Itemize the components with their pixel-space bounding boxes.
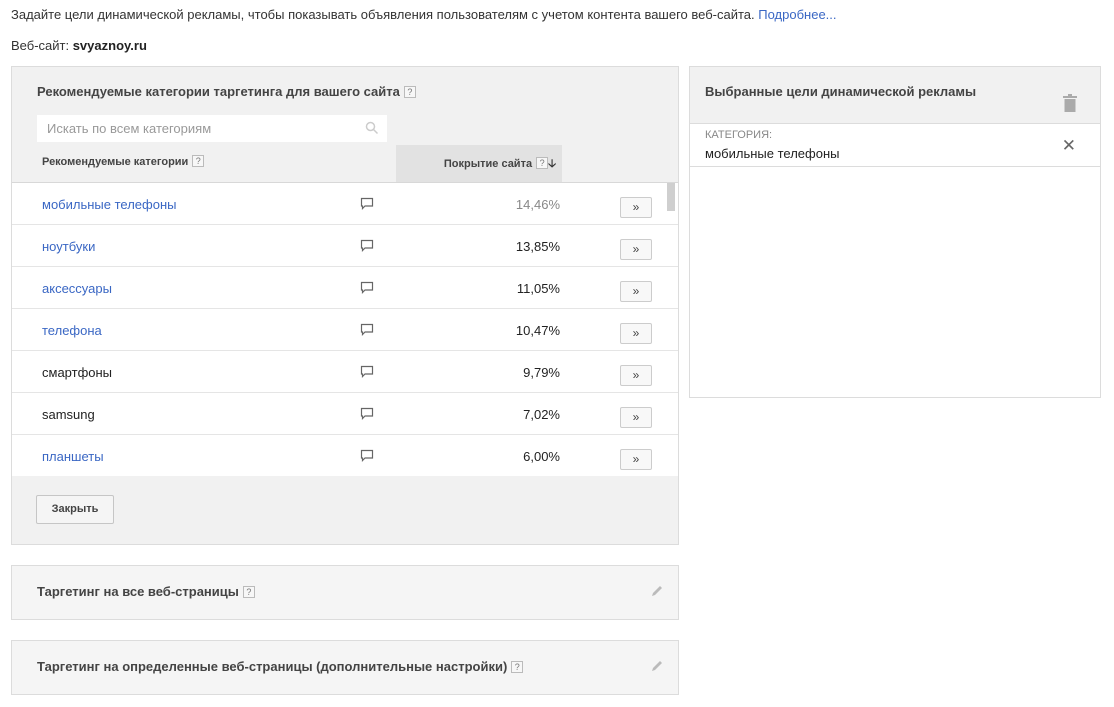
add-category-button[interactable]: » [620,281,652,302]
intro-text: Задайте цели динамической рекламы, чтобы… [11,7,837,22]
website-line: Веб-сайт: svyaznoy.ru [11,38,147,53]
recommended-title-text: Рекомендуемые категории таргетинга для в… [37,84,400,99]
all-pages-section[interactable]: Таргетинг на все веб-страницы? [11,565,679,620]
search-placeholder: Искать по всем категориям [47,121,212,136]
category-name[interactable]: планшеты [42,449,104,464]
coverage-value: 6,00% [523,449,560,464]
table-row: ноутбуки 13,85% » [12,225,678,267]
help-icon[interactable]: ? [192,155,205,167]
comment-bubble-icon[interactable] [360,197,374,211]
comment-bubble-icon[interactable] [360,239,374,253]
col-coverage-label: Покрытие сайта [443,158,533,170]
comment-bubble-icon[interactable] [360,407,374,421]
learn-more-link[interactable]: Подробнее... [758,7,836,22]
categories-table: планшеты 6,00% » samsung 7,02% » смартфоны 9,79… [12,182,678,476]
add-category-button[interactable]: » [620,365,652,386]
category-name[interactable]: мобильные телефоны [42,197,176,212]
table-row: смартфоны 9,79% » [12,351,678,393]
coverage-value: 14,46% [515,197,560,212]
coverage-value: 11,05% [516,281,560,296]
help-icon[interactable]: ? [511,661,524,673]
selected-title: Выбранные цели динамической рекламы [705,84,977,99]
add-category-button[interactable]: » [620,449,652,470]
help-icon[interactable]: ? [403,86,416,98]
scrollbar-thumb[interactable] [667,183,675,211]
intro-description: Задайте цели динамической рекламы, чтобы… [11,7,759,22]
recommended-title: Рекомендуемые категории таргетинга для в… [37,84,416,99]
category-search-input[interactable]: Искать по всем категориям [37,115,387,142]
coverage-value: 13,85% [515,239,560,254]
category-name: samsung [42,407,95,422]
website-label: Веб-сайт: [11,38,73,53]
pencil-icon[interactable] [650,659,664,673]
category-name[interactable]: ноутбуки [42,239,95,254]
add-category-button[interactable]: » [620,323,652,344]
search-icon [365,121,379,135]
comment-bubble-icon[interactable] [360,449,374,463]
remove-icon[interactable]: ✕ [1062,137,1076,154]
coverage-value: 10,47% [515,323,560,338]
website-value: svyaznoy.ru [72,38,147,53]
category-name[interactable]: телефона [42,323,102,338]
category-name: смартфоны [42,365,113,380]
add-category-button[interactable]: » [620,407,652,428]
help-icon[interactable]: ? [242,586,255,598]
specific-pages-title: Таргетинг на определенные веб-страницы (… [37,659,524,674]
add-category-button[interactable]: » [620,197,652,218]
sort-arrow-icon: 🡣 [548,158,556,170]
specific-pages-section[interactable]: Таргетинг на определенные веб-страницы (… [11,640,679,695]
comment-bubble-icon[interactable] [360,281,374,295]
close-button[interactable]: Закрыть [36,495,114,524]
coverage-value: 9,79% [523,365,560,380]
table-row: планшеты 6,00% » [12,435,678,476]
col-categories-label: Рекомендуемые категории [42,156,189,168]
coverage-value: 7,02% [523,407,560,422]
all-pages-title-text: Таргетинг на все веб-страницы [37,584,239,599]
comment-bubble-icon[interactable] [360,365,374,379]
selected-item-label: КАТЕГОРИЯ: [705,129,773,141]
col-header-coverage[interactable]: Покрытие сайта? 🡣 [396,145,562,182]
selected-item-value: мобильные телефоны [705,146,840,161]
selected-header: Выбранные цели динамической рекламы [690,67,1100,124]
table-row: samsung 7,02% » [12,393,678,435]
col-header-categories: Рекомендуемые категории? [42,155,205,168]
table-row: телефона 10,47% » [12,309,678,351]
selected-item: КАТЕГОРИЯ: мобильные телефоны ✕ [690,125,1100,167]
pencil-icon[interactable] [650,584,664,598]
recommended-categories-panel: Рекомендуемые категории таргетинга для в… [11,66,679,545]
add-category-button[interactable]: » [620,239,652,260]
help-icon[interactable]: ? [536,157,549,169]
table-row: аксессуары 11,05% » [12,267,678,309]
comment-bubble-icon[interactable] [360,323,374,337]
specific-pages-title-text: Таргетинг на определенные веб-страницы (… [37,659,508,674]
table-row: мобильные телефоны 14,46% » [12,183,678,225]
category-name[interactable]: аксессуары [42,281,112,296]
trash-icon[interactable] [1062,94,1078,112]
all-pages-title: Таргетинг на все веб-страницы? [37,584,255,599]
selected-targets-panel: Выбранные цели динамической рекламы КАТЕ… [689,66,1101,398]
